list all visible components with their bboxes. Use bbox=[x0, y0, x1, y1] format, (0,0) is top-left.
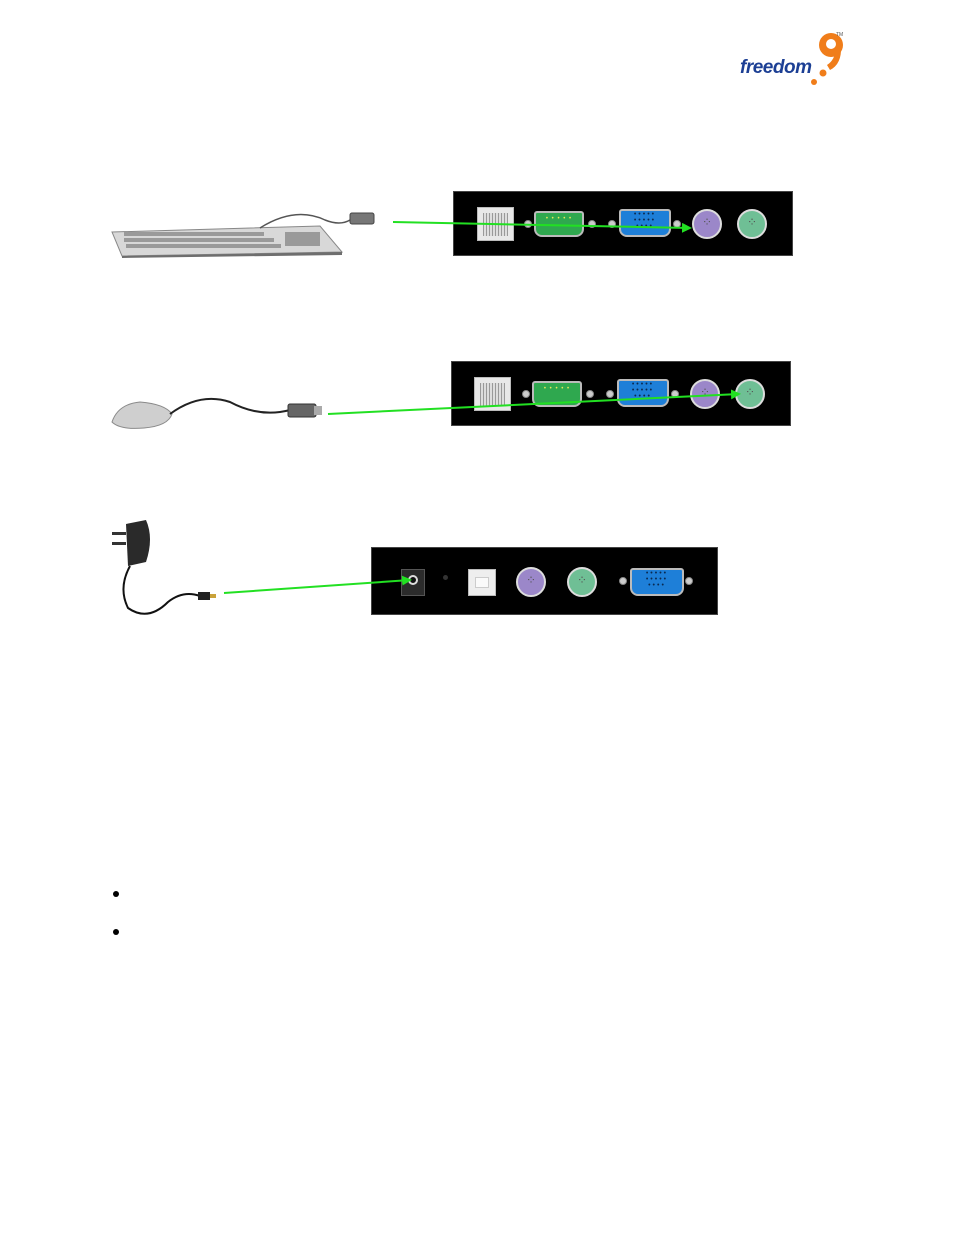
serial-db9-port bbox=[532, 381, 582, 407]
keyboard-image bbox=[110, 208, 380, 258]
bullet-icon bbox=[113, 891, 119, 897]
vga-port bbox=[619, 209, 671, 237]
vga-port bbox=[630, 568, 684, 596]
keyboard-panel bbox=[453, 191, 793, 256]
ps2-mouse-port bbox=[567, 567, 597, 597]
screw-icon bbox=[685, 577, 693, 585]
dc-power-jack bbox=[401, 569, 425, 596]
mouse-panel bbox=[451, 361, 791, 426]
rj-port bbox=[474, 377, 511, 411]
screw-icon bbox=[524, 220, 532, 228]
ps2-mouse-port bbox=[735, 379, 765, 409]
power-panel bbox=[371, 547, 718, 615]
screw-icon bbox=[671, 390, 679, 398]
ps2-keyboard-port bbox=[692, 209, 722, 239]
screw-icon bbox=[673, 220, 681, 228]
screw-icon bbox=[588, 220, 596, 228]
serial-db9-port bbox=[534, 211, 584, 237]
ps2-keyboard-port bbox=[516, 567, 546, 597]
logo-trademark: TM bbox=[836, 32, 844, 38]
mouse-image bbox=[110, 392, 325, 432]
logo-wordmark: freedom bbox=[740, 57, 812, 78]
screw-icon bbox=[606, 390, 614, 398]
ps2-mouse-port bbox=[737, 209, 767, 239]
usb-b-port bbox=[468, 569, 496, 596]
bullet-icon bbox=[113, 929, 119, 935]
ps2-keyboard-port bbox=[690, 379, 720, 409]
led-indicator bbox=[443, 575, 448, 580]
screw-icon bbox=[619, 577, 627, 585]
power-adapter-image bbox=[108, 518, 218, 618]
vga-port bbox=[617, 379, 669, 407]
rj-port bbox=[477, 207, 514, 241]
freedom9-logo: freedom TM bbox=[736, 30, 848, 92]
screw-icon bbox=[586, 390, 594, 398]
screw-icon bbox=[522, 390, 530, 398]
screw-icon bbox=[608, 220, 616, 228]
logo-numeral-icon bbox=[811, 33, 843, 85]
